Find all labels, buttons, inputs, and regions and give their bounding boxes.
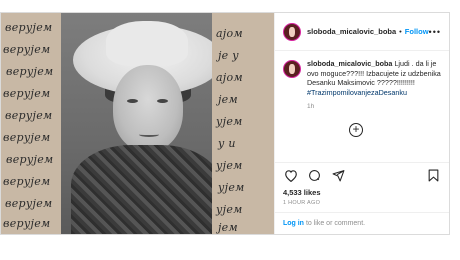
handwriting-line: ајом bbox=[215, 27, 243, 40]
portrait-eye bbox=[127, 99, 138, 103]
heart-icon[interactable] bbox=[283, 168, 299, 184]
handwriting-line: ујем bbox=[215, 203, 243, 216]
comment-icon[interactable] bbox=[307, 168, 323, 184]
handwriting-line: ујем bbox=[215, 159, 243, 172]
post-image[interactable]: верујем верујем верујем верујем верујем … bbox=[1, 13, 274, 234]
avatar[interactable] bbox=[282, 22, 301, 41]
portrait-eye bbox=[157, 99, 168, 103]
portrait-body bbox=[71, 145, 221, 234]
handwriting-line: верујем bbox=[3, 175, 51, 188]
login-prompt-text: to like or comment. bbox=[305, 220, 366, 227]
portrait-mouth bbox=[139, 132, 159, 137]
login-prompt: Log in to like or comment. bbox=[274, 212, 449, 234]
post-header: sloboda_micalovic_boba • Follow ••• bbox=[274, 13, 449, 51]
handwriting-line: верујем bbox=[5, 21, 53, 34]
more-icon[interactable]: ••• bbox=[429, 27, 441, 37]
handwriting-line: верујем bbox=[6, 65, 54, 78]
handwriting-left: верујем верујем верујем верујем верујем … bbox=[1, 13, 63, 234]
handwriting-line: верујем bbox=[5, 109, 53, 122]
caption-text: sloboda_micalovic_boba Ljudi . da li je … bbox=[307, 59, 441, 97]
portrait-face bbox=[113, 65, 183, 151]
handwriting-line: јем bbox=[217, 93, 238, 106]
handwriting-line: верујем bbox=[6, 153, 54, 166]
separator-dot: • bbox=[399, 27, 402, 36]
caption-time: 1h bbox=[306, 103, 315, 110]
handwriting-line: је у bbox=[217, 49, 239, 62]
handwriting-line: у и bbox=[217, 137, 236, 150]
caption-row: sloboda_micalovic_boba Ljudi . da li je … bbox=[282, 59, 441, 97]
handwriting-line: верујем bbox=[3, 131, 51, 144]
handwriting-line: верујем bbox=[5, 197, 53, 210]
instagram-post: верујем верујем верујем верујем верујем … bbox=[0, 12, 450, 235]
avatar[interactable] bbox=[282, 60, 301, 78]
handwriting-line: ајом bbox=[215, 71, 243, 84]
handwriting-line: верујем bbox=[3, 43, 51, 56]
portrait-photo bbox=[61, 13, 231, 234]
handwriting-line: јем bbox=[217, 221, 238, 234]
page: верујем верујем верујем верујем верујем … bbox=[0, 0, 460, 260]
login-link[interactable]: Log in bbox=[283, 220, 304, 227]
caption-username[interactable]: sloboda_micalovic_boba bbox=[307, 59, 392, 68]
handwriting-line: ујем bbox=[217, 181, 245, 194]
handwriting-line: верујем bbox=[3, 87, 51, 100]
handwriting-line: верујем bbox=[3, 217, 51, 230]
action-bar bbox=[274, 162, 449, 188]
follow-button[interactable]: Follow bbox=[405, 27, 429, 36]
caption-section: sloboda_micalovic_boba Ljudi . da li je … bbox=[275, 51, 449, 162]
caption-hashtag[interactable]: #TrazimpomilovanjezaDesanku bbox=[307, 88, 407, 97]
post-sidebar: sloboda_micalovic_boba • Follow ••• slob… bbox=[273, 13, 449, 234]
handwriting-line: ујем bbox=[215, 115, 243, 128]
header-username[interactable]: sloboda_micalovic_boba bbox=[307, 27, 396, 36]
share-icon[interactable] bbox=[331, 168, 347, 184]
handwriting-right: ајом је у ајом јем ујем у и ујем ујем уј… bbox=[211, 13, 274, 234]
bookmark-icon[interactable] bbox=[425, 168, 441, 184]
likes-count[interactable]: 4,533 likes bbox=[275, 188, 449, 197]
posted-time: 1 HOUR AGO bbox=[282, 200, 321, 206]
portrait-hat-crown bbox=[106, 21, 188, 66]
plus-circle-icon[interactable]: + bbox=[348, 123, 363, 137]
